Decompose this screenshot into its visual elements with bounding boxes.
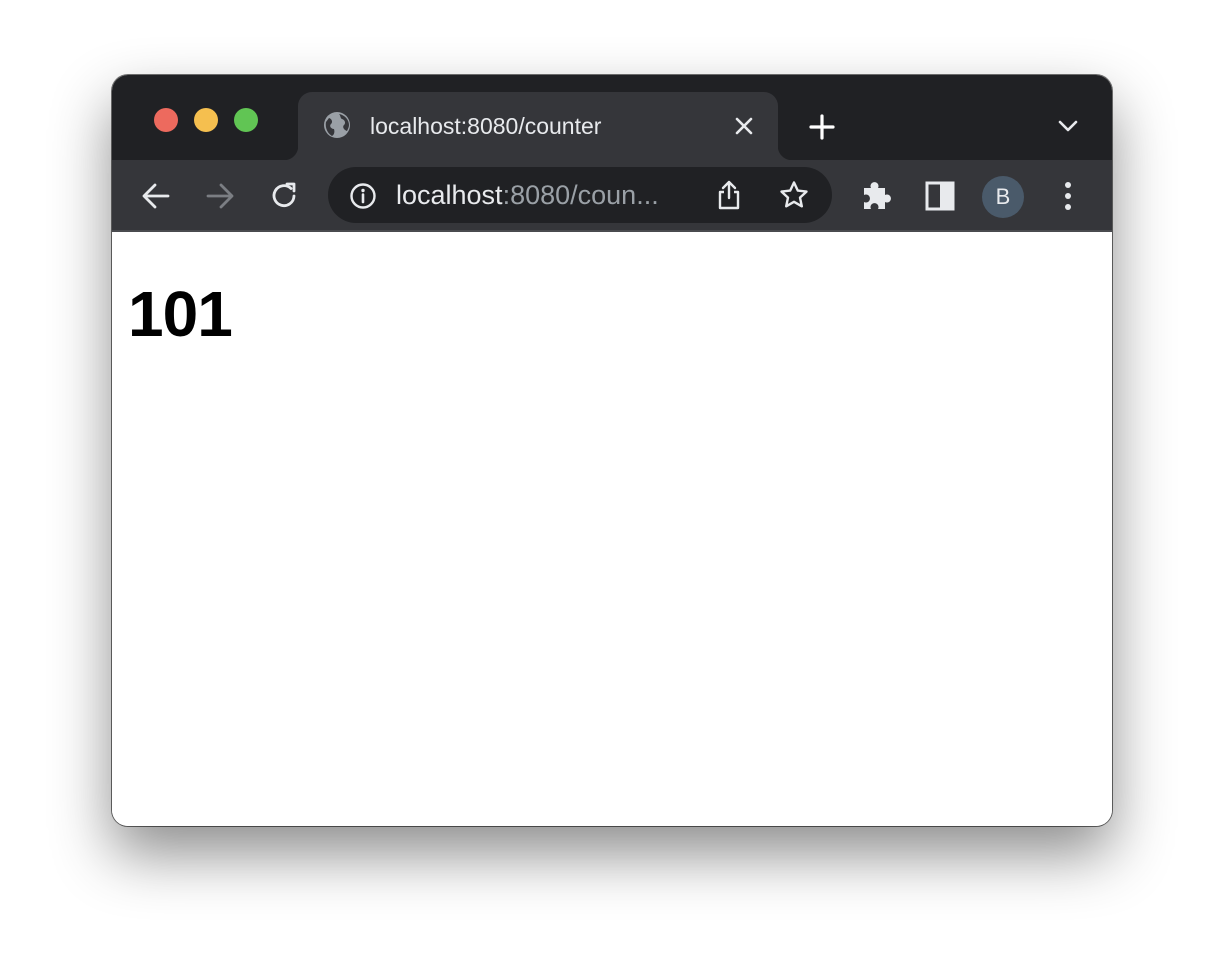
browser-toolbar: localhost:8080/coun... B [112, 160, 1112, 232]
counter-value: 101 [128, 278, 233, 350]
star-icon[interactable] [778, 179, 810, 211]
address-bar[interactable]: localhost:8080/coun... [328, 167, 832, 223]
chevron-down-icon[interactable] [1054, 115, 1082, 137]
info-icon[interactable] [348, 181, 378, 211]
globe-icon [324, 112, 350, 138]
kebab-menu-icon[interactable] [1050, 178, 1086, 214]
minimize-window-button[interactable] [194, 108, 218, 132]
active-tab[interactable]: localhost:8080/counter [284, 92, 792, 160]
forward-arrow-icon[interactable] [202, 178, 238, 214]
tab-strip: localhost:8080/counter [112, 75, 1112, 160]
zoom-window-button[interactable] [234, 108, 258, 132]
share-icon[interactable] [714, 179, 744, 211]
url-text[interactable]: localhost:8080/coun... [396, 179, 659, 211]
plus-icon[interactable] [806, 111, 838, 143]
reload-icon[interactable] [266, 178, 302, 214]
avatar[interactable]: B [982, 176, 1024, 218]
page-content: 101 [112, 232, 1112, 826]
close-window-button[interactable] [154, 108, 178, 132]
puzzle-icon[interactable] [858, 178, 894, 214]
close-icon[interactable] [732, 114, 756, 138]
tab-title: localhost:8080/counter [370, 113, 602, 139]
url-path: :8080/coun... [502, 180, 659, 210]
browser-window: localhost:8080/counter localhost:8080/co… [112, 75, 1112, 826]
back-arrow-icon[interactable] [138, 178, 174, 214]
desktop-background: localhost:8080/counter localhost:8080/co… [0, 0, 1224, 974]
side-panel-icon[interactable] [922, 178, 958, 214]
url-host: localhost [396, 180, 503, 210]
